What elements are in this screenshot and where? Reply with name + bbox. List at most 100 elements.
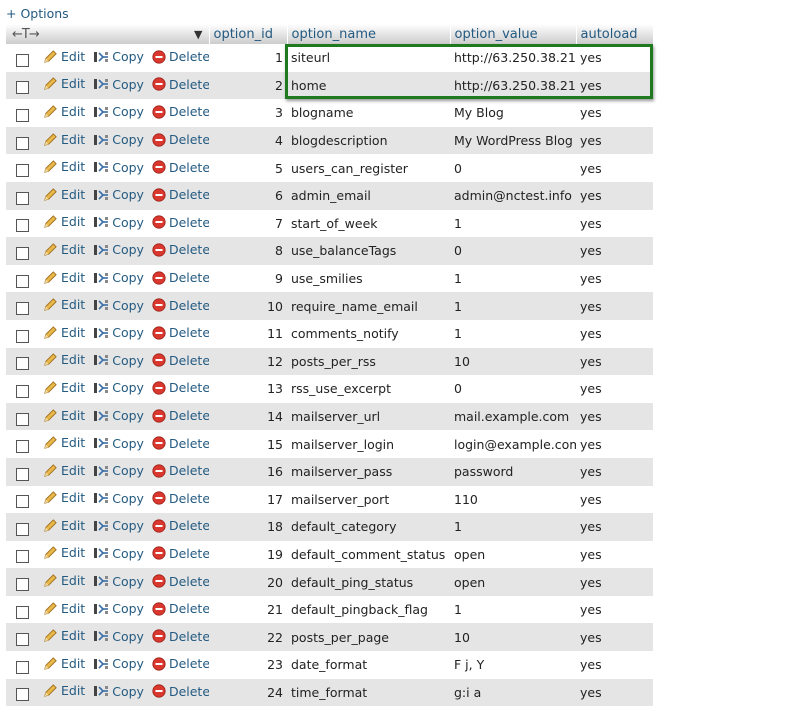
row-checkbox[interactable] [16,412,29,426]
cell-option-id[interactable]: 3 [209,99,287,127]
copy-button[interactable]: Copy [93,77,144,92]
column-header-option-name[interactable]: option_name [287,24,451,44]
cell-option-id[interactable]: 11 [209,319,287,348]
cell-option-value[interactable]: 1 [450,595,576,624]
cell-option-value[interactable]: 1 [450,292,576,320]
cell-autoload[interactable]: yes [576,457,653,486]
cell-option-id[interactable]: 7 [209,209,287,238]
cell-option-name[interactable]: default_pingback_flag [287,595,450,624]
edit-button[interactable]: Edit [43,573,85,588]
edit-button[interactable]: Edit [43,380,85,395]
delete-button[interactable]: Delete [152,49,209,64]
cell-option-id[interactable]: 18 [209,513,287,541]
delete-button[interactable]: Delete [152,684,209,699]
column-resize-arrows-icon[interactable]: ←T→ [12,27,40,42]
delete-button[interactable]: Delete [152,160,209,175]
cell-autoload[interactable]: yes [576,678,653,707]
edit-button[interactable]: Edit [43,628,85,643]
edit-button[interactable]: Edit [43,242,85,257]
column-header-option-id[interactable]: option_id [209,24,288,44]
cell-option-id[interactable]: 21 [209,595,287,624]
row-checkbox[interactable] [16,246,29,260]
delete-button[interactable]: Delete [152,518,209,533]
delete-button[interactable]: Delete [152,463,209,478]
row-checkbox[interactable] [16,357,29,371]
edit-button[interactable]: Edit [43,518,85,533]
cell-autoload[interactable]: yes [576,402,653,431]
copy-button[interactable]: Copy [93,380,144,395]
delete-button[interactable]: Delete [152,353,209,368]
row-checkbox[interactable] [16,81,29,95]
cell-option-value[interactable]: 0 [450,237,576,265]
row-checkbox[interactable] [16,522,29,536]
cell-option-id[interactable]: 9 [209,264,287,293]
cell-option-id[interactable]: 6 [209,181,287,210]
copy-button[interactable]: Copy [93,104,144,119]
row-checkbox[interactable] [16,440,29,454]
cell-option-name[interactable]: blogdescription [287,126,450,155]
delete-button[interactable]: Delete [152,629,209,644]
copy-button[interactable]: Copy [93,491,144,506]
edit-button[interactable]: Edit [43,76,85,91]
delete-button[interactable]: Delete [152,298,209,313]
cell-option-value[interactable]: 110 [450,485,576,514]
cell-option-id[interactable]: 22 [209,623,287,652]
cell-option-name[interactable]: blogname [287,99,450,127]
cell-autoload[interactable]: yes [576,375,653,403]
cell-option-name[interactable]: comments_notify [287,319,450,348]
copy-button[interactable]: Copy [93,270,144,285]
delete-button[interactable]: Delete [152,77,209,92]
cell-option-value[interactable]: 0 [450,375,576,403]
cell-option-id[interactable]: 14 [209,402,287,431]
cell-option-name[interactable]: start_of_week [287,209,450,238]
cell-option-value[interactable]: mail.example.com [450,402,576,431]
cell-option-id[interactable]: 8 [209,237,287,265]
delete-button[interactable]: Delete [152,242,209,257]
cell-autoload[interactable]: yes [576,154,653,182]
delete-button[interactable]: Delete [152,270,209,285]
cell-option-name[interactable]: home [287,71,450,100]
edit-button[interactable]: Edit [43,545,85,560]
edit-button[interactable]: Edit [43,49,85,64]
edit-button[interactable]: Edit [43,656,85,671]
cell-autoload[interactable]: yes [576,181,653,210]
cell-option-value[interactable]: http://63.250.38.211 [450,71,576,100]
delete-button[interactable]: Delete [152,574,209,589]
edit-button[interactable]: Edit [43,132,85,147]
cell-option-name[interactable]: default_ping_status [287,568,450,596]
cell-option-value[interactable]: 1 [450,264,576,293]
cell-option-value[interactable]: My WordPress Blog [450,126,576,155]
row-checkbox[interactable] [16,219,29,233]
copy-button[interactable]: Copy [93,684,144,699]
cell-option-id[interactable]: 12 [209,347,287,376]
row-checkbox[interactable] [16,329,29,343]
delete-button[interactable]: Delete [152,436,209,451]
cell-autoload[interactable]: yes [576,623,653,652]
cell-option-name[interactable]: use_balanceTags [287,237,450,265]
cell-option-value[interactable]: admin@nctest.info [450,181,576,210]
cell-option-value[interactable]: open [450,540,576,569]
cell-option-value[interactable]: 1 [450,209,576,238]
copy-button[interactable]: Copy [93,242,144,257]
edit-button[interactable]: Edit [43,214,85,229]
row-checkbox[interactable] [16,605,29,619]
cell-autoload[interactable]: yes [576,126,653,155]
cell-autoload[interactable]: yes [576,71,653,100]
delete-button[interactable]: Delete [152,215,209,230]
row-checkbox[interactable] [16,550,29,564]
cell-option-value[interactable]: http://63.250.38.211 [450,44,576,72]
cell-autoload[interactable]: yes [576,651,653,679]
copy-button[interactable]: Copy [93,601,144,616]
edit-button[interactable]: Edit [43,270,85,285]
cell-option-value[interactable]: 10 [450,347,576,376]
cell-option-name[interactable]: rss_use_excerpt [287,375,450,403]
row-checkbox[interactable] [16,633,29,647]
copy-button[interactable]: Copy [93,629,144,644]
row-checkbox[interactable] [16,660,29,674]
delete-button[interactable]: Delete [152,132,209,147]
copy-button[interactable]: Copy [93,353,144,368]
cell-option-id[interactable]: 24 [209,678,287,707]
delete-button[interactable]: Delete [152,546,209,561]
cell-autoload[interactable]: yes [576,99,653,127]
row-checkbox[interactable] [16,467,29,481]
